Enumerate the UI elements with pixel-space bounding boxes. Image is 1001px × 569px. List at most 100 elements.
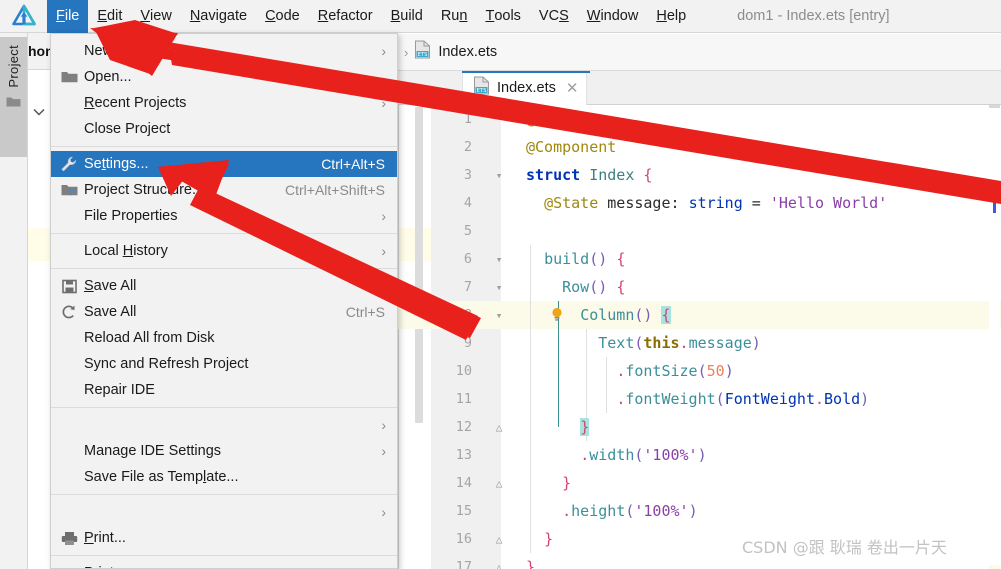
menu-item-close-project[interactable]: Close Project xyxy=(51,116,397,142)
code-line: 14 △ xyxy=(398,469,1001,497)
code-text: .fontSize(50) xyxy=(616,362,734,380)
ets-file-icon: ETS xyxy=(473,76,490,100)
menu-item-shortcut: Ctrl+S xyxy=(345,304,385,320)
code-line: 3 ▾ xyxy=(398,161,1001,189)
menu-item-label: Project Structure... xyxy=(84,182,205,198)
code-text: @Entry xyxy=(526,110,581,128)
code-line: 15 xyxy=(398,497,1001,525)
chevron-down-icon[interactable] xyxy=(32,105,46,120)
menu-item-project-structure[interactable]: Project Structure... Ctrl+Alt+Shift+S xyxy=(51,177,397,203)
menu-run[interactable]: Ru n xyxy=(432,0,477,33)
breadcrumb-file-label[interactable]: Index.ets xyxy=(438,44,497,60)
code-line: 1 xyxy=(398,105,1001,133)
code-text: .width('100%') xyxy=(580,446,707,464)
menu-navigate[interactable]: Navigate xyxy=(181,0,256,33)
line-number: 4 xyxy=(463,195,472,211)
editor-tab-label: Index.ets xyxy=(497,80,556,96)
menu-item-power-save-mode[interactable]: Print... xyxy=(51,560,397,568)
menu-refactor[interactable]: Refactor xyxy=(309,0,382,33)
error-stripe-mark[interactable] xyxy=(993,202,996,213)
menu-item-invalidate-caches[interactable]: Repair IDE xyxy=(51,377,397,403)
code-line: 6 ▾ xyxy=(398,245,1001,273)
menu-build[interactable]: Build xyxy=(382,0,432,33)
menu-separator xyxy=(51,146,397,147)
menu-item-repair-ide[interactable]: Sync and Refresh Project xyxy=(51,351,397,377)
line-number: 6 xyxy=(463,251,472,267)
menu-item-settings[interactable]: Settings... Ctrl+Alt+S xyxy=(51,151,397,177)
menu-item-label: Reload All from Disk xyxy=(84,330,215,346)
line-number: 15 xyxy=(455,503,472,519)
fold-marker-icon[interactable]: ▾ xyxy=(492,169,506,182)
file-menu-popup[interactable]: New › Open... Recent Projects › Close Pr… xyxy=(50,33,398,569)
line-number: 14 xyxy=(455,475,472,491)
menu-item-label: Print... xyxy=(84,565,126,568)
menu-separator xyxy=(51,407,397,408)
code-line-highlighted: 8 ▾ xyxy=(398,301,1001,329)
line-number: 13 xyxy=(455,447,472,463)
menu-item-sync-and-refresh-project[interactable]: Reload All from Disk xyxy=(51,325,397,351)
menu-edit[interactable]: Edit xyxy=(88,0,131,33)
menu-item-save-file-as-template[interactable]: Save File as Template... xyxy=(51,464,397,490)
code-line: 12 △ xyxy=(398,413,1001,441)
close-icon[interactable]: ✕ xyxy=(566,79,579,97)
menu-bar: File Edit View Navigate Code Refactor Bu… xyxy=(0,0,1001,33)
fold-marker-icon[interactable]: ▾ xyxy=(492,281,506,294)
menu-item-open[interactable]: Open... xyxy=(51,64,397,90)
editor-error-stripe[interactable] xyxy=(989,105,1000,569)
menu-items: File Edit View Navigate Code Refactor Bu… xyxy=(47,0,695,33)
line-number: 2 xyxy=(463,139,472,155)
line-number: 9 xyxy=(463,335,472,351)
csdn-watermark: CSDN @跟 耿瑞 卷出一片天 xyxy=(742,538,947,557)
fold-marker-icon[interactable]: ▾ xyxy=(492,253,506,266)
error-stripe-top xyxy=(989,105,1000,108)
menu-item-label: Recent Projects xyxy=(84,95,187,111)
wrench-icon xyxy=(59,155,79,173)
sidebar-tab-project[interactable]: Project xyxy=(0,37,27,157)
line-number: 7 xyxy=(463,279,472,295)
menu-item-new-projects-setup[interactable]: Manage IDE Settings › xyxy=(51,438,397,464)
menu-window[interactable]: Window xyxy=(578,0,648,33)
line-number: 12 xyxy=(455,419,472,435)
code-text: } xyxy=(580,418,590,436)
menu-item-new[interactable]: New › xyxy=(51,38,397,64)
line-number: 16 xyxy=(455,531,472,547)
menu-code[interactable]: Code xyxy=(256,0,309,33)
menu-item-label: Save File as Template... xyxy=(84,469,239,485)
menu-view[interactable]: View xyxy=(131,0,180,33)
menu-item-manage-ide-settings[interactable]: › xyxy=(51,412,397,438)
code-text: .height('100%') xyxy=(562,502,698,520)
menu-item-label: Local History xyxy=(84,243,168,259)
menu-item-label: Repair IDE xyxy=(84,382,155,398)
sidebar-tab-project-label: Project xyxy=(6,45,21,88)
svg-text:ETS: ETS xyxy=(477,88,487,94)
editor-tab-index-ets[interactable]: ETS Index.ets ✕ xyxy=(462,71,588,105)
code-text: } xyxy=(562,474,572,492)
fold-marker-icon[interactable]: △ xyxy=(492,477,506,490)
line-number: 5 xyxy=(463,223,472,239)
structure-icon xyxy=(59,181,79,199)
line-number: 8 xyxy=(463,307,472,323)
menu-tools[interactable]: Tools xyxy=(476,0,529,33)
menu-item-reload-all-from-disk[interactable]: Save All Ctrl+S xyxy=(51,299,397,325)
code-editor[interactable]: 1 2 3 ▾ 4 5 6 ▾ 7 ▾ 8 ▾ 9 10 11 12 △ 13 14 △ 1… xyxy=(398,105,1001,569)
fold-marker-icon[interactable]: △ xyxy=(492,561,506,569)
menu-item-recent-projects[interactable]: Recent Projects › xyxy=(51,90,397,116)
folder-icon xyxy=(6,95,21,113)
code-text: @State message: string = 'Hello World' xyxy=(544,194,888,212)
menu-item-file-properties[interactable]: File Properties › xyxy=(51,203,397,229)
fold-marker-icon[interactable]: △ xyxy=(492,533,506,546)
menu-item-save-all[interactable]: Save All xyxy=(51,273,397,299)
refresh-icon xyxy=(59,303,79,321)
menu-file[interactable]: File xyxy=(47,0,89,33)
menu-help[interactable]: Help xyxy=(647,0,695,33)
menu-item-print[interactable]: Print... xyxy=(51,525,397,551)
menu-item-label: Settings... xyxy=(84,156,149,172)
menu-item-shortcut: Ctrl+Alt+S xyxy=(321,156,385,172)
menu-item-local-history[interactable]: Local History › xyxy=(51,238,397,264)
menu-item-label: Close Project xyxy=(84,121,171,137)
menu-item-export[interactable]: › xyxy=(51,499,397,525)
fold-marker-icon[interactable]: ▾ xyxy=(492,309,506,322)
menu-vcs[interactable]: VC S xyxy=(530,0,578,33)
window-title: dom1 - Index.ets [entry] xyxy=(737,8,890,24)
fold-marker-icon[interactable]: △ xyxy=(492,421,506,434)
